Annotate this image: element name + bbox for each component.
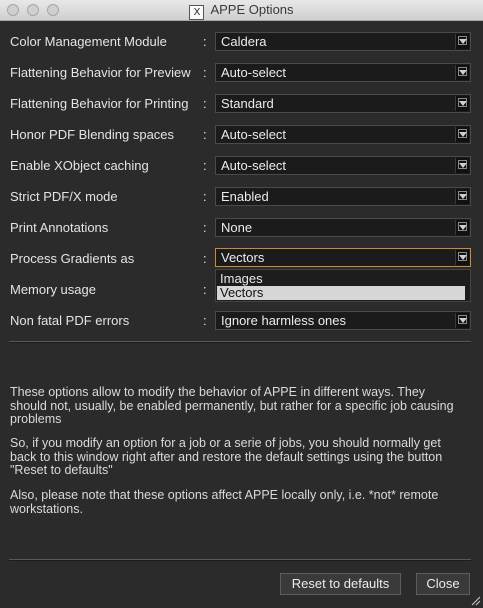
select-value: Vectors [221, 250, 265, 265]
title-bar[interactable]: X APPE Options [0, 0, 483, 21]
select-value: Enabled [221, 189, 269, 204]
chevron-down-icon[interactable] [455, 313, 469, 328]
window-title: APPE Options [210, 2, 294, 17]
colon: : [203, 220, 207, 235]
option-label-non-fatal-errors: Non fatal PDF errors [10, 313, 130, 328]
select-value: Ignore harmless ones [221, 313, 347, 328]
select-value: Caldera [221, 34, 267, 49]
chevron-down-icon[interactable] [455, 65, 469, 80]
colon: : [203, 158, 207, 173]
colon: : [203, 34, 207, 49]
option-label-memory-usage: Memory usage [10, 282, 96, 297]
colon: : [203, 282, 207, 297]
select-value: None [221, 220, 253, 235]
info-paragraph-1: These options allow to modify the behavi… [10, 385, 454, 426]
strict-pdfx-select[interactable]: Enabled [215, 187, 471, 206]
colon: : [203, 127, 207, 142]
xobject-caching-select[interactable]: Auto-select [215, 156, 471, 175]
process-gradients-select[interactable]: Vectors [215, 248, 471, 267]
select-value: Auto-select [221, 158, 287, 173]
option-label-blending-spaces: Honor PDF Blending spaces [10, 127, 175, 142]
non-fatal-errors-select[interactable]: Ignore harmless ones [215, 311, 471, 330]
resize-grip-icon[interactable] [469, 594, 481, 606]
option-label-process-gradients: Process Gradients as [10, 251, 135, 266]
colon: : [203, 65, 207, 80]
colon: : [203, 96, 207, 111]
option-label-xobject-caching: Enable XObject caching [10, 158, 149, 173]
chevron-down-icon[interactable] [455, 250, 469, 265]
chevron-down-icon[interactable] [455, 127, 469, 142]
select-value: Auto-select [221, 127, 287, 142]
dropdown-option-vectors[interactable]: Vectors [217, 286, 465, 300]
chevron-down-icon[interactable] [455, 34, 469, 49]
chevron-down-icon[interactable] [455, 220, 469, 235]
print-annotations-select[interactable]: None [215, 218, 471, 237]
colon: : [203, 313, 207, 328]
colon: : [203, 251, 207, 266]
info-paragraph-2: So, if you modify an option for a job or… [10, 436, 443, 477]
divider-top [9, 341, 471, 343]
option-label-strict-pdfx: Strict PDF/X mode [10, 189, 118, 204]
option-label-color-management: Color Management Module [10, 34, 167, 49]
flattening-printing-select[interactable]: Standard [215, 94, 471, 113]
window-title-wrap: X APPE Options [0, 2, 483, 20]
blending-spaces-select[interactable]: Auto-select [215, 125, 471, 144]
colon: : [203, 189, 207, 204]
chevron-down-icon[interactable] [455, 158, 469, 173]
select-value: Standard [221, 96, 274, 111]
chevron-down-icon[interactable] [455, 189, 469, 204]
close-button[interactable]: Close [416, 573, 470, 595]
dropdown-option-images[interactable]: Images [217, 272, 465, 286]
option-label-print-annotations: Print Annotations [10, 220, 109, 235]
flattening-preview-select[interactable]: Auto-select [215, 63, 471, 82]
color-management-select[interactable]: Caldera [215, 32, 471, 51]
info-paragraph-3: Also, please note that these options aff… [10, 488, 439, 516]
reset-defaults-button[interactable]: Reset to defaults [280, 573, 401, 595]
select-value: Auto-select [221, 65, 287, 80]
chevron-down-icon[interactable] [455, 96, 469, 111]
divider-bottom [9, 559, 471, 561]
gradients-dropdown-list: Images Vectors [215, 269, 471, 302]
option-label-flattening-printing: Flattening Behavior for Printing [10, 96, 189, 111]
x11-app-icon: X [189, 5, 205, 20]
option-label-flattening-preview: Flattening Behavior for Preview [10, 65, 191, 80]
